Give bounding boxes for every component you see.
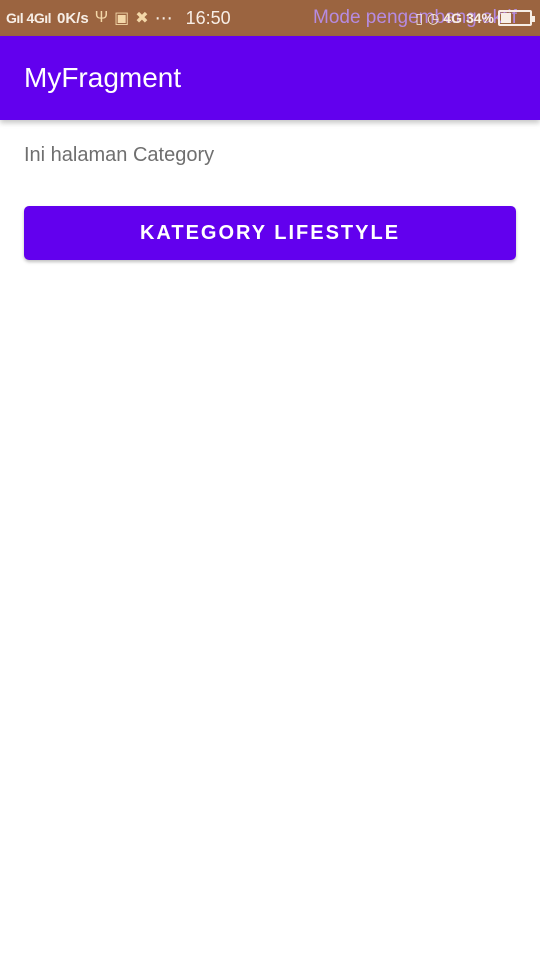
usb-icon: Ψ: [94, 9, 109, 26]
alarm-icon: ◷: [427, 9, 440, 26]
category-description: Ini halaman Category: [24, 144, 215, 166]
network-type: 4G: [443, 10, 462, 26]
battery-percent: 34%: [465, 10, 494, 26]
app-toolbar: MyFragment: [0, 36, 540, 120]
status-right-group: ▯ ◷ 4G 34%: [415, 0, 535, 36]
status-left-group: Gıl 4Gıl 0K/s Ψ ▣ ✖ ⋯ 16:50: [6, 0, 231, 36]
app-title: MyFragment: [24, 62, 182, 93]
battery-icon: [498, 10, 535, 26]
signal-strength-icon: Gıl 4Gıl: [6, 10, 52, 26]
more-notifications-icon: ⋯: [154, 7, 174, 28]
vibrate-icon: ▯: [415, 9, 424, 26]
app-notification-icon: ▣: [114, 10, 130, 27]
network-speed: 0K/s: [57, 9, 89, 27]
category-content: Ini halaman Category: [24, 144, 516, 167]
category-lifestyle-button[interactable]: KATEGORY LIFESTYLE: [24, 206, 516, 260]
tools-icon: ✖: [135, 10, 149, 27]
status-bar: Gıl 4Gıl 0K/s Ψ ▣ ✖ ⋯ 16:50 Mode pengemb…: [0, 0, 540, 36]
status-time: 16:50: [185, 7, 231, 28]
